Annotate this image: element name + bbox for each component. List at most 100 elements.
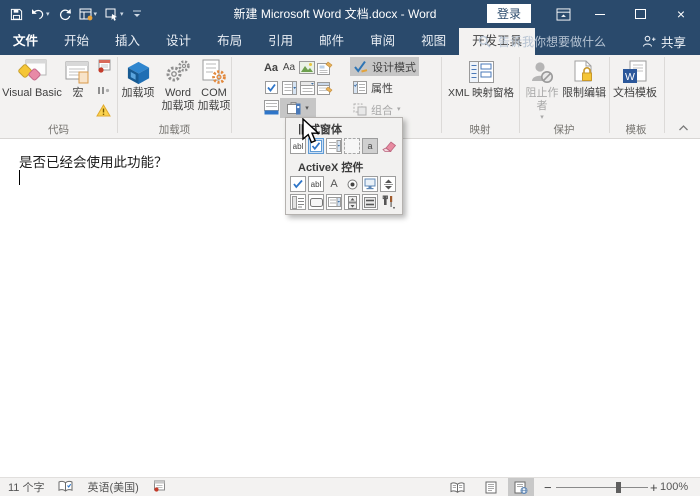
addins-label: 加载项 xyxy=(122,87,155,100)
undo-dropdown-caret[interactable]: ▾ xyxy=(46,11,50,18)
chevron-up-icon xyxy=(678,124,689,132)
undo-button[interactable]: ▾ xyxy=(31,8,50,20)
activex-label-button[interactable]: A xyxy=(326,176,342,192)
activex-image-button[interactable] xyxy=(362,176,378,192)
collapse-ribbon-button[interactable] xyxy=(678,119,689,137)
pause-recording-icon xyxy=(97,86,110,95)
checkbox-content-control-button[interactable] xyxy=(262,78,280,97)
qat-extra-2-caret[interactable]: ▾ xyxy=(120,11,124,18)
zoom-in-button[interactable]: + xyxy=(650,478,658,496)
activex-option-button[interactable] xyxy=(344,176,360,192)
word-count[interactable]: 11 个字 xyxy=(8,479,44,495)
ribbon-display-options-button[interactable] xyxy=(552,0,574,28)
language-status[interactable]: 英语(美国) xyxy=(87,479,138,495)
repeating-section-content-control-button[interactable] xyxy=(262,98,280,117)
block-authors-icon xyxy=(529,57,555,87)
proofing-status-button[interactable] xyxy=(58,480,73,495)
tab-layout[interactable]: 布局 xyxy=(204,28,255,55)
activex-command-button[interactable] xyxy=(308,194,324,210)
read-mode-button[interactable] xyxy=(444,478,470,496)
zoom-out-button[interactable]: − xyxy=(544,478,552,496)
com-addins-button[interactable]: COM 加载项 xyxy=(196,57,232,112)
share-label: 共享 xyxy=(661,32,686,51)
properties-button[interactable]: 属性 xyxy=(350,78,396,97)
group-objects-icon xyxy=(353,103,367,116)
legacy-tools-icon xyxy=(287,101,303,115)
qat-extra-1-caret[interactable]: ▾ xyxy=(94,11,98,18)
group-label-protect: 保护 xyxy=(520,122,608,137)
close-button[interactable]: × xyxy=(666,0,696,28)
activex-listbox-button[interactable] xyxy=(290,194,306,210)
word-window: ▾ ▾ ▾ 新建 Microsoft Word 文档.docx - Word 登… xyxy=(0,0,700,496)
dropdown-list-content-control-button[interactable] xyxy=(298,78,316,97)
document-text: 是否已经会使用此功能？ xyxy=(19,151,168,171)
com-addins-label: COM 加载项 xyxy=(196,87,232,112)
reset-form-fields-button[interactable] xyxy=(380,138,396,154)
minimize-button[interactable] xyxy=(586,0,614,28)
combobox-icon xyxy=(282,81,297,95)
block-authors-label: 阻止作者 xyxy=(521,87,563,112)
zoom-slider-track[interactable] xyxy=(556,487,648,488)
tab-home[interactable]: 开始 xyxy=(51,28,102,55)
tab-view[interactable]: 视图 xyxy=(408,28,459,55)
qat-extra-button-1[interactable]: ▾ xyxy=(79,8,98,21)
building-block-gallery-control-button[interactable] xyxy=(316,58,334,77)
record-macro-button[interactable] xyxy=(97,59,111,78)
form-field-shading-button[interactable]: a xyxy=(362,138,378,154)
document-template-label: 文档模板 xyxy=(613,87,657,100)
document-template-button[interactable]: W 文档模板 xyxy=(612,57,658,100)
share-button[interactable]: 共享 xyxy=(642,28,686,55)
date-picker-content-control-button[interactable] xyxy=(316,78,334,97)
macro-security-button[interactable] xyxy=(96,104,111,122)
tab-design[interactable]: 设计 xyxy=(153,28,204,55)
dropdown-form-field-button[interactable] xyxy=(326,138,342,154)
zoom-level[interactable]: 100% xyxy=(660,478,688,496)
combobox-content-control-button[interactable] xyxy=(280,78,298,97)
plain-text-content-control-button[interactable]: Aa xyxy=(280,58,298,77)
xml-mapping-pane-button[interactable]: XML 映射窗格 xyxy=(443,57,519,100)
insert-frame-button xyxy=(344,138,360,154)
proofing-book-icon xyxy=(58,480,73,492)
activex-textbox-button[interactable]: abl xyxy=(308,176,324,192)
maximize-button[interactable] xyxy=(626,0,654,28)
select-object-icon xyxy=(105,8,119,21)
activex-checkbox-button[interactable] xyxy=(290,176,306,192)
zoom-slider-thumb[interactable] xyxy=(616,482,621,493)
tab-mailings[interactable]: 邮件 xyxy=(306,28,357,55)
rich-text-content-control-button[interactable]: Aa xyxy=(262,58,280,77)
tell-me-placeholder: 告诉我你想要做什么 xyxy=(498,33,606,50)
tab-review[interactable]: 审阅 xyxy=(357,28,408,55)
legacy-tools-button[interactable]: ▾ xyxy=(280,98,316,118)
activex-combobox-button[interactable] xyxy=(326,194,342,210)
print-layout-button[interactable] xyxy=(478,478,504,496)
web-layout-button[interactable] xyxy=(508,478,534,496)
sign-in-button[interactable]: 登录 xyxy=(487,4,531,23)
macro-record-status-button[interactable] xyxy=(153,480,166,495)
qat-extra-button-2[interactable]: ▾ xyxy=(105,8,124,21)
pause-recording-button[interactable] xyxy=(97,82,110,100)
restrict-editing-label: 限制编辑 xyxy=(562,87,606,100)
design-mode-button[interactable]: 设计模式 xyxy=(350,57,419,76)
picture-content-control-button[interactable] xyxy=(298,58,316,77)
more-controls-button[interactable] xyxy=(380,194,396,210)
macros-button[interactable]: 宏 xyxy=(63,57,93,100)
save-button[interactable] xyxy=(10,8,23,21)
tell-me-box[interactable]: 告诉我你想要做什么 xyxy=(478,28,606,55)
activex-scrollbar-button[interactable] xyxy=(344,194,360,210)
read-mode-icon xyxy=(450,482,465,493)
design-mode-icon xyxy=(353,60,368,73)
tab-references[interactable]: 引用 xyxy=(255,28,306,55)
tab-file[interactable]: 文件 xyxy=(0,28,51,55)
restrict-editing-button[interactable]: 限制编辑 xyxy=(561,57,607,100)
activex-spin-button[interactable] xyxy=(380,176,396,192)
word-addins-button[interactable]: Word 加载项 xyxy=(158,57,198,112)
group-label-code: 代码 xyxy=(0,122,117,137)
command-button-icon xyxy=(310,198,323,207)
customize-qat-button[interactable] xyxy=(132,9,142,19)
addins-button[interactable]: 加载项 xyxy=(119,57,157,100)
visual-basic-button[interactable]: Visual Basic xyxy=(1,57,63,100)
redo-button[interactable] xyxy=(58,8,71,21)
activex-toggle-button[interactable] xyxy=(362,194,378,210)
tab-insert[interactable]: 插入 xyxy=(102,28,153,55)
warning-icon xyxy=(96,104,111,117)
